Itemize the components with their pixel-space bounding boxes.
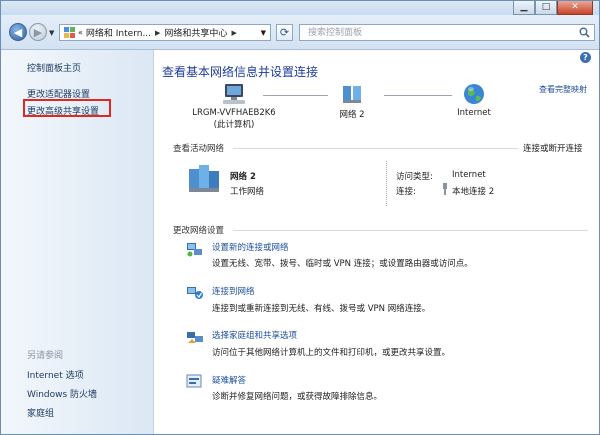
breadcrumb-separator-icon[interactable]: ▶ xyxy=(231,29,236,37)
sidebar-item-internet-options[interactable]: Internet 选项 xyxy=(27,368,84,381)
title-bar: ▁ □ ✕ xyxy=(1,1,599,15)
sidebar-item-windows-firewall[interactable]: Windows 防火墙 xyxy=(27,387,97,400)
sidebar-item-control-panel-home[interactable]: 控制面板主页 xyxy=(27,61,81,74)
network-bench-icon xyxy=(187,163,221,196)
task-troubleshoot-link[interactable]: 疑难解答 xyxy=(212,374,246,386)
change-settings-heading: 更改网络设置 xyxy=(173,226,225,236)
computer-sublabel: (此计算机) xyxy=(213,120,255,130)
map-node-internet: Internet xyxy=(451,83,497,118)
task-troubleshoot-desc: 诊断并修复网络问题，或获得故障排除信息。 xyxy=(212,392,383,402)
address-dropdown-icon[interactable]: ▼ xyxy=(261,29,266,37)
maximize-button[interactable]: □ xyxy=(535,1,557,15)
page-title: 查看基本网络信息并设置连接 xyxy=(162,65,319,79)
search-icon[interactable] xyxy=(579,27,590,41)
see-also-heading: 另请参阅 xyxy=(27,351,64,361)
globe-icon xyxy=(451,83,497,108)
highlight-box xyxy=(23,99,111,117)
network-name: 网络 2 xyxy=(339,110,365,120)
minimize-button[interactable]: ▁ xyxy=(513,1,535,15)
search-box[interactable] xyxy=(299,24,595,41)
breadcrumb-item[interactable]: 网络和共享中心 xyxy=(164,26,227,39)
breadcrumb-overflow[interactable]: « xyxy=(78,28,83,37)
task-homegroup-link[interactable]: 选择家庭组和共享选项 xyxy=(212,329,297,341)
control-panel-icon xyxy=(63,27,75,39)
troubleshoot-icon xyxy=(186,374,204,390)
connect-network-icon xyxy=(186,285,204,301)
breadcrumb-separator-icon[interactable]: ▶ xyxy=(155,29,160,37)
divider xyxy=(233,230,588,231)
map-node-network: 网络 2 xyxy=(327,83,377,120)
task-connect-network-desc: 连接到或重新连接到无线、有线、拨号或 VPN 网络连接。 xyxy=(212,304,431,314)
network-icon xyxy=(327,83,377,108)
arrow-left-icon: ◀ xyxy=(13,25,23,39)
divider xyxy=(386,161,387,206)
full-map-link[interactable]: 查看完整映射 xyxy=(539,84,587,95)
back-button[interactable]: ◀ xyxy=(9,23,27,41)
task-setup-connection-link[interactable]: 设置新的连接或网络 xyxy=(212,241,289,253)
map-node-computer: LRGM-VVFHAEB2K6 (此计算机) xyxy=(179,83,289,130)
map-connector xyxy=(263,95,328,96)
network-type-link[interactable]: 工作网络 xyxy=(230,185,264,197)
active-networks-heading: 查看活动网络 xyxy=(173,144,225,154)
task-setup-connection-desc: 设置无线、宽带、拨号、临时或 VPN 连接；或设置路由器或访问点。 xyxy=(212,259,473,269)
computer-name: LRGM-VVFHAEB2K6 xyxy=(192,108,276,118)
task-homegroup-desc: 访问位于其他网络计算机上的文件和打印机，或更改共享设置。 xyxy=(212,348,451,358)
forward-button[interactable]: ▶ xyxy=(29,23,47,41)
left-pane: 控制面板主页 更改适配器设置 更改高级共享设置 另请参阅 Internet 选项… xyxy=(1,50,154,434)
internet-label: Internet xyxy=(457,108,491,118)
address-toolbar: ◀ ▶ ▼ « 网络和 Intern... ▶ 网络和共享中心 ▶ ▼ ⟳ xyxy=(1,15,599,50)
map-connector xyxy=(384,95,452,96)
homegroup-icon xyxy=(186,329,204,345)
task-connect-network-link[interactable]: 连接到网络 xyxy=(212,285,255,297)
search-input[interactable] xyxy=(300,25,578,40)
active-network-name: 网络 2 xyxy=(230,172,256,182)
help-icon[interactable]: ? xyxy=(580,52,591,63)
divider xyxy=(233,148,518,149)
arrow-right-icon: ▶ xyxy=(33,25,43,39)
access-type-value: Internet xyxy=(452,170,486,180)
sidebar-item-homegroup[interactable]: 家庭组 xyxy=(27,406,54,419)
refresh-icon: ⟳ xyxy=(279,26,290,39)
connection-label: 连接: xyxy=(396,187,416,197)
connection-link[interactable]: 本地连接 2 xyxy=(452,185,494,197)
close-button[interactable]: ✕ xyxy=(557,1,593,15)
new-connection-icon xyxy=(186,241,204,257)
refresh-button[interactable]: ⟳ xyxy=(276,24,293,41)
connect-disconnect-link[interactable]: 连接或断开连接 xyxy=(523,142,583,154)
ethernet-plug-icon xyxy=(441,183,449,198)
breadcrumb-item[interactable]: 网络和 Intern... xyxy=(86,26,151,39)
window-controls: ▁ □ ✕ xyxy=(513,1,593,15)
window: ▁ □ ✕ ◀ ▶ ▼ « 网络和 Intern... ▶ 网络和共享中心 ▶ … xyxy=(0,0,600,435)
access-type-label: 访问类型: xyxy=(396,172,433,182)
recent-pages-dropdown[interactable]: ▼ xyxy=(49,29,54,37)
breadcrumb[interactable]: « 网络和 Intern... ▶ 网络和共享中心 ▶ ▼ xyxy=(59,24,271,41)
